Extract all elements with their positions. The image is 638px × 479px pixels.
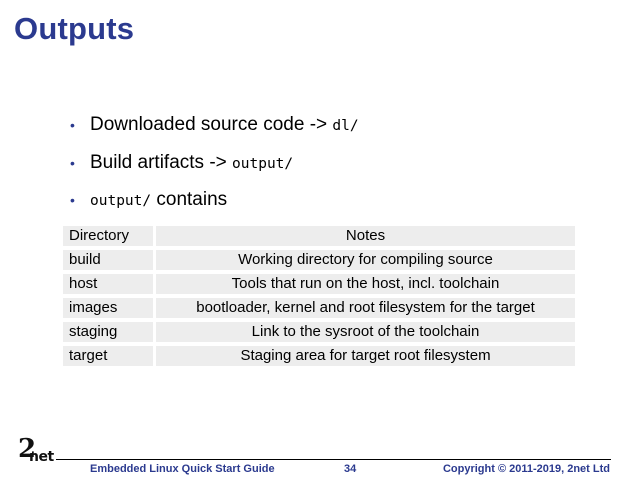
logo: 2 net: [18, 436, 74, 468]
cell-directory: host: [63, 272, 156, 298]
bullet-text: contains: [151, 189, 228, 210]
table-row: images bootloader, kernel and root files…: [63, 296, 575, 322]
table-row: staging Link to the sysroot of the toolc…: [63, 320, 575, 346]
logo-net: net: [29, 449, 54, 465]
footer-copyright: Copyright © 2011-2019, 2net Ltd: [442, 463, 610, 475]
bullet-dot-icon: •: [70, 117, 75, 133]
cell-notes: Link to the sysroot of the toolchain: [154, 320, 575, 346]
table-row: build Working directory for compiling so…: [63, 248, 575, 274]
cell-notes: Tools that run on the host, incl. toolch…: [154, 272, 575, 298]
outputs-table: Directory Notes build Working directory …: [63, 226, 575, 370]
footer-title: Embedded Linux Quick Start Guide: [90, 463, 275, 475]
cell-notes: Staging area for target root filesystem: [154, 344, 575, 370]
cell-directory: images: [63, 296, 156, 322]
bullet-item: • Downloaded source code -> dl/: [66, 113, 359, 137]
bullet-text: Downloaded source code ->: [90, 114, 333, 135]
page-number: 34: [344, 463, 357, 475]
bullet-list: • Downloaded source code -> dl/ • Build …: [66, 113, 359, 226]
bullet-dot-icon: •: [70, 192, 75, 208]
slide-title: Outputs: [14, 11, 135, 46]
table-row: target Staging area for target root file…: [63, 344, 575, 370]
cell-notes: Working directory for compiling source: [154, 248, 575, 274]
cell-notes: bootloader, kernel and root filesystem f…: [154, 296, 575, 322]
bullet-item: • Build artifacts -> output/: [66, 151, 359, 175]
table-header-row: Directory Notes: [63, 226, 575, 250]
cell-directory: target: [63, 344, 156, 370]
header-notes: Notes: [154, 226, 575, 250]
bullet-dot-icon: •: [70, 154, 75, 171]
bullet-code: output/: [232, 155, 294, 172]
bullet-item: • output/ contains: [66, 188, 359, 212]
bullet-code: dl/: [332, 118, 359, 134]
cell-directory: staging: [63, 320, 156, 346]
bullet-code: output/: [90, 193, 152, 209]
cell-directory: build: [63, 248, 156, 274]
footer-divider: [56, 459, 611, 460]
header-directory: Directory: [63, 226, 156, 250]
bullet-text: Build artifacts ->: [90, 151, 233, 173]
table-row: host Tools that run on the host, incl. t…: [63, 272, 575, 298]
